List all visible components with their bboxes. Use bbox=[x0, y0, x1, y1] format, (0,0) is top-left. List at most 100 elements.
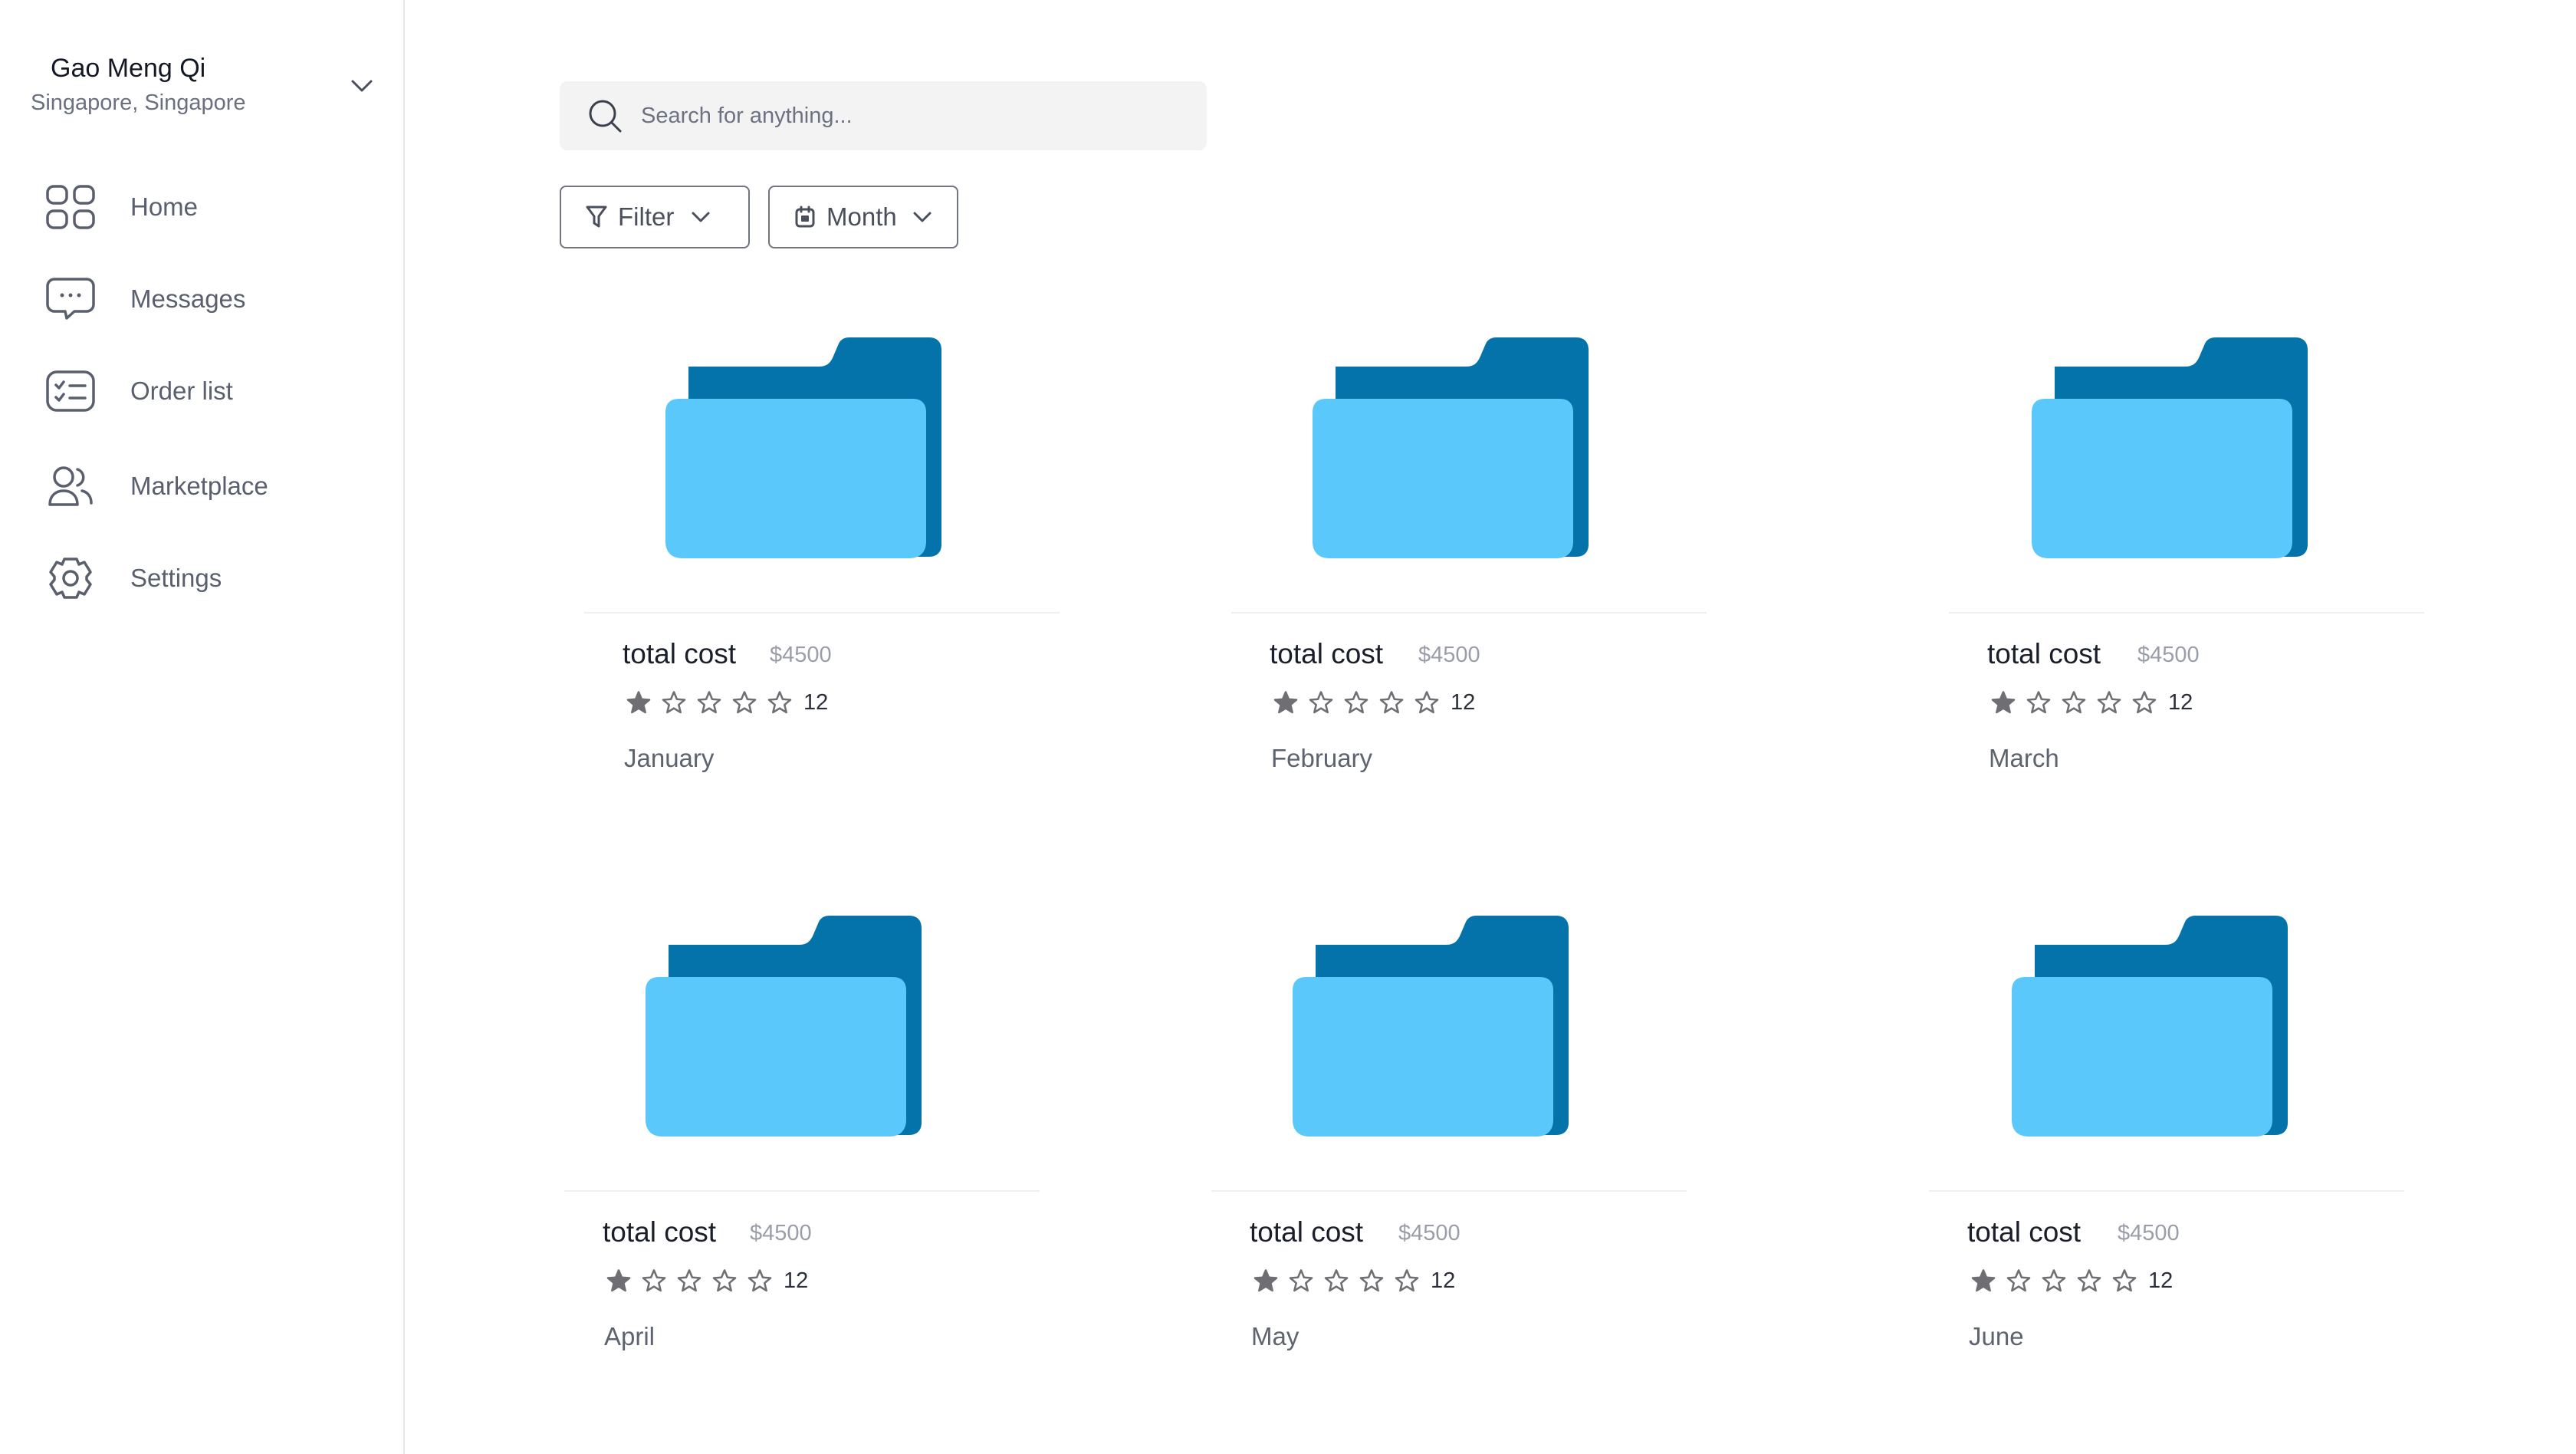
users-icon bbox=[40, 456, 101, 517]
card-title: total cost bbox=[623, 638, 737, 669]
star-rating: 12 bbox=[1966, 1265, 2173, 1296]
chevron-down-icon bbox=[691, 211, 711, 223]
star-filled-icon[interactable] bbox=[1248, 1265, 1283, 1296]
card-price: $4500 bbox=[1418, 643, 1480, 667]
star-outline-icon[interactable] bbox=[727, 687, 762, 718]
star-outline-icon[interactable] bbox=[1303, 687, 1339, 718]
filter-label: Filter bbox=[618, 202, 675, 231]
sidebar-item-marketplace[interactable]: Marketplace bbox=[40, 456, 377, 517]
star-outline-icon[interactable] bbox=[742, 1265, 777, 1296]
rating-count: 12 bbox=[803, 689, 829, 715]
star-outline-icon[interactable] bbox=[2036, 1265, 2072, 1296]
month-label: Month bbox=[826, 202, 897, 231]
star-outline-icon[interactable] bbox=[2091, 687, 2127, 718]
star-outline-icon[interactable] bbox=[1319, 1265, 1354, 1296]
card-price: $4500 bbox=[770, 643, 832, 667]
card-title: total cost bbox=[1270, 638, 1384, 669]
star-outline-icon[interactable] bbox=[1354, 1265, 1389, 1296]
folder-card[interactable]: total cost $4500 12 May bbox=[1211, 916, 1687, 1406]
sidebar-item-order-list[interactable]: Order list bbox=[40, 360, 377, 422]
star-filled-icon[interactable] bbox=[1268, 687, 1303, 718]
star-outline-icon[interactable] bbox=[692, 687, 727, 718]
sidebar-item-label: Order list bbox=[130, 377, 233, 405]
card-month: February bbox=[1271, 744, 1373, 772]
folder-thumbnail bbox=[584, 337, 1060, 614]
folder-thumbnail bbox=[1949, 337, 2424, 614]
star-outline-icon[interactable] bbox=[1374, 687, 1409, 718]
star-filled-icon[interactable] bbox=[1966, 1265, 2001, 1296]
folder-card[interactable]: total cost $4500 12 February bbox=[1231, 337, 1707, 828]
star-outline-icon[interactable] bbox=[656, 687, 692, 718]
star-filled-icon[interactable] bbox=[1986, 687, 2021, 718]
sidebar-item-home[interactable]: Home bbox=[40, 176, 377, 238]
folder-icon bbox=[2012, 916, 2291, 1142]
profile-location: Singapore, Singapore bbox=[31, 90, 246, 115]
folder-thumbnail bbox=[1929, 916, 2404, 1192]
star-outline-icon[interactable] bbox=[1283, 1265, 1319, 1296]
sidebar-item-label: Home bbox=[130, 192, 199, 221]
card-month: April bbox=[604, 1322, 656, 1350]
sidebar-item-messages[interactable]: Messages bbox=[40, 268, 377, 330]
folder-icon bbox=[2032, 337, 2311, 564]
rating-count: 12 bbox=[1451, 689, 1476, 715]
card-month: May bbox=[1251, 1322, 1300, 1350]
card-month: June bbox=[1969, 1322, 2024, 1350]
sidebar: Gao Meng Qi Singapore, Singapore Home Me… bbox=[0, 0, 405, 1454]
card-month: January bbox=[624, 744, 715, 772]
star-rating: 12 bbox=[1268, 687, 1475, 718]
card-title: total cost bbox=[603, 1216, 717, 1248]
star-outline-icon[interactable] bbox=[707, 1265, 742, 1296]
filter-icon bbox=[584, 204, 609, 230]
folder-icon bbox=[646, 916, 925, 1142]
star-outline-icon[interactable] bbox=[1389, 1265, 1424, 1296]
folder-icon bbox=[665, 337, 945, 564]
star-rating: 12 bbox=[621, 687, 828, 718]
sidebar-item-settings[interactable]: Settings bbox=[40, 548, 377, 609]
folder-card[interactable]: total cost $4500 12 June bbox=[1929, 916, 2404, 1406]
star-rating: 12 bbox=[1248, 1265, 1455, 1296]
profile-switcher[interactable]: Gao Meng Qi Singapore, Singapore bbox=[0, 0, 405, 130]
star-outline-icon[interactable] bbox=[2072, 1265, 2107, 1296]
gear-icon bbox=[40, 548, 101, 609]
card-title: total cost bbox=[1250, 1216, 1364, 1248]
card-price: $4500 bbox=[2118, 1221, 2180, 1245]
star-filled-icon[interactable] bbox=[621, 687, 656, 718]
folder-thumbnail bbox=[1231, 337, 1707, 614]
rating-count: 12 bbox=[784, 1268, 809, 1293]
search-input[interactable] bbox=[641, 103, 1162, 129]
star-outline-icon[interactable] bbox=[1409, 687, 1444, 718]
star-outline-icon[interactable] bbox=[672, 1265, 707, 1296]
grid-icon bbox=[40, 176, 101, 238]
rating-count: 12 bbox=[2148, 1268, 2174, 1293]
sidebar-item-label: Settings bbox=[130, 564, 222, 592]
chevron-down-icon[interactable] bbox=[343, 71, 380, 101]
star-outline-icon[interactable] bbox=[2107, 1265, 2142, 1296]
star-outline-icon[interactable] bbox=[2021, 687, 2056, 718]
chat-icon bbox=[40, 268, 101, 330]
filter-button[interactable]: Filter bbox=[560, 186, 750, 248]
star-outline-icon[interactable] bbox=[2056, 687, 2091, 718]
folder-icon bbox=[1313, 337, 1592, 564]
search-bar[interactable] bbox=[560, 81, 1207, 150]
checklist-icon bbox=[40, 360, 101, 422]
sidebar-item-label: Messages bbox=[130, 285, 246, 313]
search-icon bbox=[586, 97, 624, 135]
star-rating: 12 bbox=[601, 1265, 808, 1296]
star-outline-icon[interactable] bbox=[636, 1265, 672, 1296]
month-dropdown[interactable]: Month bbox=[768, 186, 958, 248]
star-outline-icon[interactable] bbox=[2001, 1265, 2036, 1296]
star-outline-icon[interactable] bbox=[762, 687, 797, 718]
star-outline-icon[interactable] bbox=[1339, 687, 1374, 718]
rating-count: 12 bbox=[1431, 1268, 1456, 1293]
card-title: total cost bbox=[1967, 1216, 2082, 1248]
folder-card[interactable]: total cost $4500 12 April bbox=[564, 916, 1040, 1406]
star-outline-icon[interactable] bbox=[2127, 687, 2162, 718]
star-filled-icon[interactable] bbox=[601, 1265, 636, 1296]
folder-thumbnail bbox=[564, 916, 1040, 1192]
folder-card[interactable]: total cost $4500 12 January bbox=[584, 337, 1060, 828]
folder-thumbnail bbox=[1211, 916, 1687, 1192]
card-month: March bbox=[1989, 744, 2059, 772]
calendar-icon bbox=[793, 204, 817, 230]
folder-card[interactable]: total cost $4500 12 March bbox=[1949, 337, 2424, 828]
chevron-down-icon bbox=[912, 211, 932, 223]
